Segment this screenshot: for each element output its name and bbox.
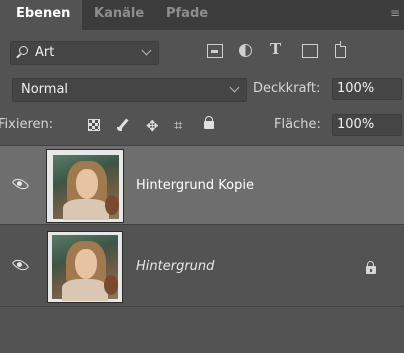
pixel-layer-filter-icon[interactable] — [207, 44, 223, 58]
tab-layers[interactable]: Ebenen — [0, 0, 82, 30]
smart-object-filter-icon[interactable] — [335, 41, 346, 58]
layer-row-hintergrund-kopie[interactable]: Hintergrund Kopie — [0, 145, 404, 225]
lock-all-icon[interactable] — [204, 116, 214, 129]
lock-position-icon[interactable]: ✥ — [146, 117, 159, 135]
layer-name[interactable]: Hintergrund Kopie — [136, 178, 254, 193]
opacity-value: 100% — [337, 81, 375, 96]
lock-transparent-pixels-icon[interactable] — [88, 119, 100, 131]
visibility-toggle[interactable] — [0, 227, 36, 307]
tab-paths[interactable]: Pfade — [166, 0, 208, 30]
layer-row-hintergrund[interactable]: Hintergrund — [0, 227, 404, 307]
fill-value: 100% — [337, 117, 375, 132]
opacity-label: Deckkraft: — [253, 81, 321, 96]
blend-mode-label: Normal — [21, 82, 69, 97]
type-layer-filter-icon[interactable]: T — [270, 40, 286, 58]
layer-thumbnail — [46, 149, 124, 223]
filter-kind-select[interactable]: Art — [10, 41, 159, 65]
layers-panel: Ebenen Kanäle Pfade ≡ Art T Normal Deckk… — [0, 0, 404, 353]
filter-kind-label: Art — [35, 45, 55, 60]
blend-mode-select[interactable]: Normal — [12, 78, 247, 102]
search-icon — [19, 46, 28, 55]
thumbnail-image — [53, 155, 119, 220]
visibility-toggle[interactable] — [0, 146, 36, 226]
lock-image-pixels-icon[interactable] — [117, 119, 129, 131]
adjustment-layer-filter-icon[interactable] — [239, 44, 252, 57]
panel-tab-bar: Ebenen Kanäle Pfade ≡ — [0, 0, 404, 30]
opacity-field[interactable]: 100% — [332, 78, 402, 100]
thumbnail-image — [52, 235, 118, 301]
lock-artboard-icon[interactable]: ⌗ — [174, 116, 186, 134]
shape-layer-filter-icon[interactable] — [302, 44, 318, 58]
chevron-down-icon — [141, 45, 152, 56]
lock-icon — [366, 261, 376, 274]
panel-menu-icon[interactable]: ≡ — [390, 6, 400, 20]
fill-field[interactable]: 100% — [332, 114, 402, 136]
lock-label: Fixieren: — [0, 117, 54, 132]
tab-channels[interactable]: Kanäle — [94, 0, 144, 30]
eye-icon — [11, 175, 30, 193]
window-edge — [404, 0, 410, 353]
layer-thumbnail — [47, 231, 123, 303]
layer-name[interactable]: Hintergrund — [136, 259, 214, 274]
eye-icon — [11, 256, 30, 274]
chevron-down-icon — [229, 82, 240, 93]
fill-label: Fläche: — [274, 117, 321, 132]
